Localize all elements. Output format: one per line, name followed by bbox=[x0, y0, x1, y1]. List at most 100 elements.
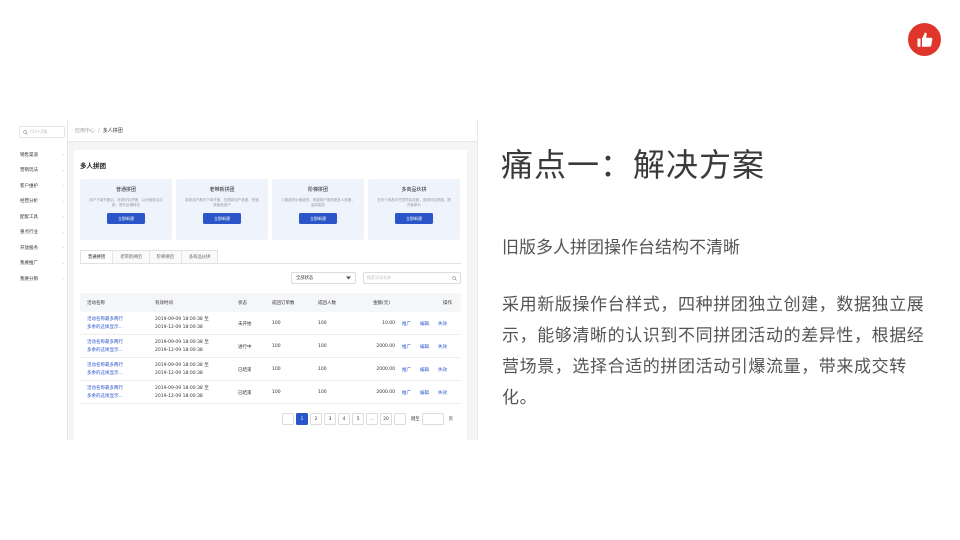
page-button[interactable]: 3 bbox=[324, 413, 336, 425]
col-orders: 成团订单数 bbox=[272, 301, 295, 306]
edit-link[interactable]: 编辑 bbox=[420, 390, 429, 396]
row-amount: 2000.00 bbox=[376, 367, 395, 372]
table-row: 活动名称最多两行 多余的这样显示... 2019-09-09 18:00:38 至… bbox=[80, 335, 461, 358]
chevron-right-icon: › bbox=[62, 229, 64, 235]
next-page-button[interactable]: › bbox=[394, 413, 406, 425]
chevron-right-icon: › bbox=[62, 198, 64, 204]
search-icon bbox=[23, 129, 28, 135]
promote-link[interactable]: 推广 bbox=[402, 344, 411, 350]
col-people: 成团人数 bbox=[318, 301, 336, 306]
slide-subtitle: 旧版多人拼团操作台结构不清晰 bbox=[502, 238, 740, 258]
row-people: 100 bbox=[318, 321, 327, 326]
table-row: 活动名称最多两行 多余的这样显示... 2019-09-09 18:00:38 至… bbox=[80, 381, 461, 404]
create-button[interactable]: 立即新建 bbox=[203, 213, 241, 224]
type-card: 多商品伙拼 在多个商品中任意购买成团，邀请好友拼团，提升客单价 立即新建 bbox=[368, 179, 460, 240]
type-tabs: 普通拼团 老带新拼团 阶梯拼团 多商品伙拼 bbox=[80, 250, 219, 264]
create-button[interactable]: 立即新建 bbox=[107, 213, 145, 224]
goto-unit: 页 bbox=[448, 417, 453, 422]
status-select-value: 全部状态 bbox=[296, 276, 314, 281]
page-button[interactable]: 4 bbox=[338, 413, 350, 425]
goto-page-input[interactable] bbox=[421, 413, 444, 425]
status-select[interactable]: 全部状态 bbox=[291, 272, 356, 284]
thumbs-up-logo bbox=[908, 23, 941, 56]
row-people: 100 bbox=[318, 390, 327, 395]
invalidate-link[interactable]: 失效 bbox=[438, 321, 447, 327]
edit-link[interactable]: 编辑 bbox=[420, 367, 429, 373]
chevron-right-icon: › bbox=[62, 245, 64, 251]
tab-old-bring-new[interactable]: 老带新拼团 bbox=[112, 250, 150, 264]
col-time: 有效时间 bbox=[155, 301, 173, 306]
table-row: 活动名称最多两行 多余的这样显示... 2019-09-09 18:00:38 至… bbox=[80, 312, 461, 335]
sidebar-item[interactable]: 开放服务 › bbox=[16, 240, 68, 256]
promote-link[interactable]: 推广 bbox=[402, 390, 411, 396]
table-header: 活动名称 有效时间 状态 成团订单数 成团人数 金额(元) 操作 bbox=[80, 293, 461, 312]
row-status: 已结束 bbox=[238, 368, 252, 373]
page-button[interactable]: 20 bbox=[380, 413, 392, 425]
row-orders: 100 bbox=[272, 321, 281, 326]
edit-link[interactable]: 编辑 bbox=[420, 344, 429, 350]
type-card-desc: 在多个商品中任意购买成团，邀请好友拼团，提升客单价 bbox=[377, 198, 451, 207]
sidebar-item[interactable]: 销售渠道 › bbox=[16, 147, 68, 163]
console-screenshot: Ctrl+Z搜 销售渠道 › 营销玩法 › 客户维护 › 经营分析 › 配套工具 › 重点… bbox=[16, 120, 477, 440]
breadcrumb-separator: / bbox=[98, 127, 100, 134]
create-button[interactable]: 立即新建 bbox=[299, 213, 337, 224]
sidebar-search-placeholder: Ctrl+Z搜 bbox=[30, 129, 48, 134]
sidebar-item[interactable]: 营销玩法 › bbox=[16, 163, 68, 179]
col-ops: 操作 bbox=[443, 301, 452, 306]
row-status: 已结束 bbox=[238, 391, 252, 396]
row-amount: 2000.00 bbox=[376, 344, 395, 349]
invalidate-link[interactable]: 失效 bbox=[438, 344, 447, 350]
invalidate-link[interactable]: 失效 bbox=[438, 390, 447, 396]
sidebar-search-input[interactable]: Ctrl+Z搜 bbox=[19, 126, 65, 138]
slide-body: 采用新版操作台样式，四种拼团独立创建，数据独立展示，能够清晰的认识到不同拼团活动… bbox=[502, 295, 925, 408]
sidebar-item[interactable]: 客户维护 › bbox=[16, 178, 68, 194]
breadcrumb: 应用中心 / 多人拼团 bbox=[68, 120, 477, 142]
invalidate-link[interactable]: 失效 bbox=[438, 367, 447, 373]
table-row: 活动名称最多两行 多余的这样显示... 2019-09-09 18:00:38 至… bbox=[80, 358, 461, 381]
page-button[interactable]: 2 bbox=[310, 413, 322, 425]
create-button[interactable]: 立即新建 bbox=[395, 213, 433, 224]
type-card-desc: 新老用户都可下单开团，仅限新用户参团，快速获取新用户 bbox=[185, 198, 259, 207]
slide-title: 痛点一：解决方案 bbox=[501, 146, 766, 184]
row-people: 100 bbox=[318, 367, 327, 372]
row-orders: 100 bbox=[272, 390, 281, 395]
sidebar-item[interactable]: 重点行业 › bbox=[16, 225, 68, 241]
col-amount: 金额(元) bbox=[373, 301, 391, 306]
type-card-desc: 用户下单开团后，邀请好友拼团，以优惠吸引拉新，提升店铺转化 bbox=[89, 198, 163, 207]
edit-link[interactable]: 编辑 bbox=[420, 321, 429, 327]
promote-link[interactable]: 推广 bbox=[402, 367, 411, 373]
chevron-right-icon: › bbox=[62, 183, 64, 189]
page-button[interactable]: 5 bbox=[352, 413, 364, 425]
chevron-right-icon: › bbox=[62, 276, 64, 282]
sidebar-menu: 销售渠道 › 营销玩法 › 客户维护 › 经营分析 › 配套工具 › 重点行业 › 开放服务… bbox=[16, 147, 68, 287]
group-type-cards: 普通拼团 用户下单开团后，邀请好友拼团，以优惠吸引拉新，提升店铺转化 立即新建 … bbox=[80, 179, 460, 240]
row-amount: 2000.00 bbox=[376, 390, 395, 395]
page-button[interactable]: 1 bbox=[296, 413, 308, 425]
sidebar-item[interactable]: 经营分析 › bbox=[16, 194, 68, 210]
sidebar-item[interactable]: 我要推广 › bbox=[16, 256, 68, 272]
tab-multi-product[interactable]: 多商品伙拼 bbox=[180, 250, 219, 264]
chevron-right-icon: › bbox=[62, 260, 64, 266]
type-card: 阶梯拼团 人数越多价格越低，刺激用户邀请更多人参团，高效裂变 立即新建 bbox=[272, 179, 364, 240]
sidebar-item[interactable]: 配套工具 › bbox=[16, 209, 68, 225]
sidebar-item[interactable]: 我要分销 › bbox=[16, 271, 68, 287]
chevron-right-icon: › bbox=[62, 152, 64, 158]
tab-normal[interactable]: 普通拼团 bbox=[80, 250, 114, 264]
row-status: 进行中 bbox=[238, 345, 252, 350]
type-card-name: 多商品伙拼 bbox=[401, 187, 427, 193]
panel-divider bbox=[477, 120, 478, 440]
promote-link[interactable]: 推广 bbox=[402, 321, 411, 327]
tabs-divider bbox=[80, 263, 461, 264]
breadcrumb-parent[interactable]: 应用中心 bbox=[75, 127, 95, 134]
prev-page-button[interactable]: ‹ bbox=[282, 413, 294, 425]
type-card-name: 阶梯拼团 bbox=[307, 187, 328, 193]
activity-search-input[interactable]: 搜索活动名称 bbox=[363, 272, 461, 284]
row-people: 100 bbox=[318, 344, 327, 349]
row-orders: 100 bbox=[272, 367, 281, 372]
row-status: 未开始 bbox=[238, 322, 252, 327]
thumbs-up-icon bbox=[917, 32, 932, 47]
type-card-name: 普通拼团 bbox=[115, 187, 136, 193]
tab-ladder[interactable]: 阶梯拼团 bbox=[148, 250, 182, 264]
chevron-right-icon: › bbox=[62, 214, 64, 220]
type-card-desc: 人数越多价格越低，刺激用户邀请更多人参团，高效裂变 bbox=[281, 198, 355, 207]
